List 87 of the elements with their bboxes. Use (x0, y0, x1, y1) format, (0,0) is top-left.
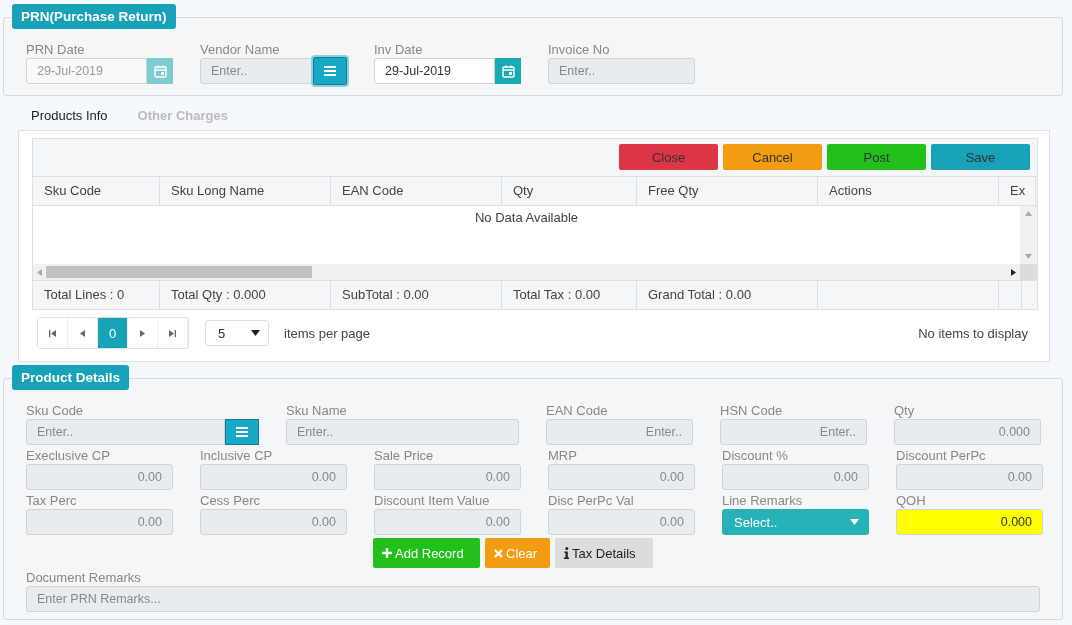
tab[interactable]: Products Info (31, 106, 108, 124)
footer-total: SubTotal : 0.00 (342, 287, 429, 302)
field-label: Inv Date (374, 42, 424, 58)
scroll-up-icon[interactable] (1025, 211, 1032, 216)
number-field[interactable]: Enter.. (720, 419, 867, 445)
caret-icon (251, 330, 260, 336)
field-label: Qty (894, 403, 916, 419)
sku-code-field[interactable]: Enter.. (26, 419, 225, 445)
menu-icon (236, 427, 248, 437)
number-field[interactable]: 0.00 (374, 509, 521, 535)
section-title: Product Details (12, 365, 130, 390)
tab[interactable]: Other Charges (137, 106, 228, 124)
remarks-field[interactable]: Enter PRN Remarks... (26, 586, 1040, 612)
caret-icon (850, 519, 859, 525)
scroll-right-icon[interactable] (1011, 268, 1016, 276)
field-label: Document Remarks (26, 570, 142, 586)
info-icon (564, 547, 569, 559)
field-label: Execlusive CP (26, 448, 111, 464)
lookup-button[interactable] (225, 419, 259, 445)
calendar-button[interactable] (495, 58, 521, 84)
action-button[interactable]: Save (931, 144, 1030, 170)
first-page-button[interactable] (38, 318, 68, 348)
footer-total: Total Lines : 0 (44, 287, 125, 302)
scroll-thumb[interactable] (46, 266, 312, 278)
number-field[interactable]: 0.00 (200, 464, 347, 490)
field-label: Discount % (722, 448, 789, 464)
plus-icon (382, 548, 392, 558)
field-label: Line Remarks (722, 493, 804, 509)
field-label: PRN Date (26, 42, 86, 58)
field-label: Cess Perc (200, 493, 261, 509)
number-field[interactable]: 0.00 (896, 464, 1043, 490)
field-label: Tax Perc (26, 493, 78, 509)
scroll-left-icon[interactable] (37, 268, 42, 276)
highlighted-field[interactable]: 0.000 (896, 509, 1043, 535)
field-label: Invoice No (548, 42, 611, 58)
previous-icon (80, 329, 85, 337)
number-field[interactable]: 0.00 (374, 464, 521, 490)
action-button[interactable]: Close (619, 144, 718, 170)
footer-total: Grand Total : 0.00 (648, 287, 752, 302)
field-label: QOH (896, 493, 927, 509)
pager-status: No items to display (918, 325, 1028, 341)
calendar-button[interactable] (147, 58, 173, 84)
field-label: Discount PerPc (896, 448, 987, 464)
page-size-label: items per page (284, 325, 370, 341)
menu-icon (324, 66, 336, 76)
footer-total: Total Qty : 0.000 (171, 287, 266, 302)
field-label: Sku Name (286, 403, 348, 419)
number-field[interactable]: 0.00 (548, 464, 695, 490)
field-label: Vendor Name (200, 42, 281, 58)
empty-message: No Data Available (474, 210, 579, 225)
field-label: Inclusive CP (200, 448, 274, 464)
add-record-button[interactable]: Add Record (373, 538, 480, 568)
clear-button[interactable]: Clear (485, 538, 550, 568)
first-page-icon (49, 329, 56, 337)
number-field[interactable]: 0.00 (200, 509, 347, 535)
x-icon (494, 548, 503, 558)
field-label: MRP (548, 448, 578, 464)
action-button[interactable]: Cancel (723, 144, 822, 170)
number-field[interactable]: 0.00 (548, 509, 695, 535)
tax-details-button[interactable]: Tax Details (555, 538, 653, 568)
number-field[interactable]: 0.00 (722, 464, 869, 490)
lookup-button[interactable] (313, 57, 347, 85)
calendar-icon (153, 64, 167, 78)
number-field[interactable]: 0.00 (26, 509, 173, 535)
next-icon (140, 329, 145, 337)
select-dropdown[interactable]: Select.. (722, 509, 869, 535)
field-label: Disc PerPc Val (548, 493, 635, 509)
field-label: Discount Item Value (374, 493, 491, 509)
scroll-down-icon[interactable] (1025, 254, 1032, 259)
page-button[interactable]: 0 (98, 318, 128, 348)
number-field[interactable]: Enter.. (546, 419, 693, 445)
field-label: Sku Code (26, 403, 85, 419)
field-label: Sale Price (374, 448, 435, 464)
last-page-icon (169, 329, 176, 337)
number-field[interactable]: 0.00 (26, 464, 173, 490)
date-field[interactable]: 29-Jul-2019 (374, 58, 495, 84)
section-title: PRN(Purchase Return) (12, 4, 176, 29)
field-label: EAN Code (546, 403, 609, 419)
page-size-dropdown[interactable]: 5 (205, 320, 269, 346)
field-label: HSN Code (720, 403, 784, 419)
number-field[interactable]: 0.000 (894, 419, 1041, 445)
action-button[interactable]: Post (827, 144, 926, 170)
footer-total: Total Tax : 0.00 (513, 287, 601, 302)
vertical-scrollbar[interactable] (1020, 206, 1037, 264)
text-field[interactable]: Enter.. (286, 419, 519, 445)
calendar-icon (501, 64, 515, 78)
horizontal-scrollbar[interactable] (33, 264, 1020, 280)
